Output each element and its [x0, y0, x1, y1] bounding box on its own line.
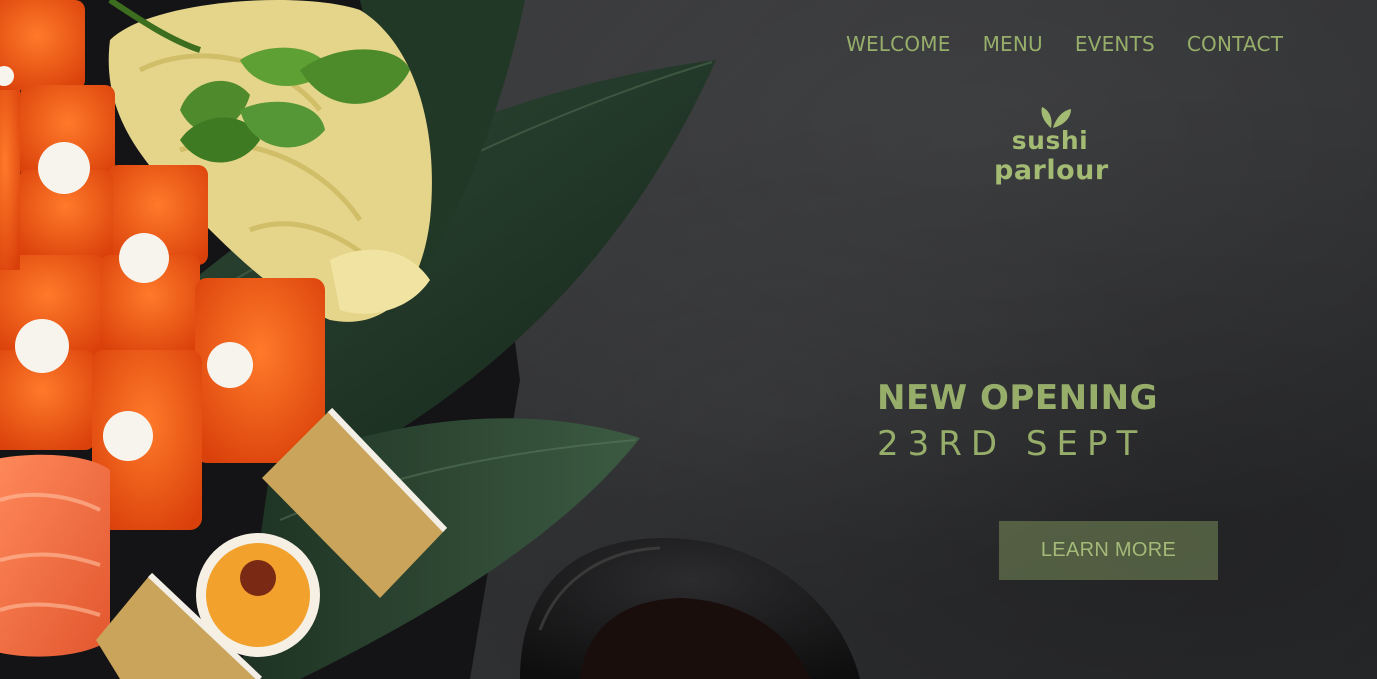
sushi-platter-image	[0, 0, 860, 679]
nav-welcome[interactable]: WELCOME	[846, 32, 951, 58]
logo-text-top: sushi	[1011, 126, 1089, 155]
soy-sauce-bowl	[520, 537, 860, 679]
learn-more-button[interactable]: LEARN MORE	[999, 521, 1218, 580]
hero-headline: NEW OPENING	[877, 378, 1159, 418]
sushi-parlour-logo[interactable]: sushi parlour	[994, 104, 1109, 196]
hero-date: 23RD SEPT	[877, 424, 1147, 464]
nav-contact[interactable]: CONTACT	[1187, 32, 1283, 58]
nav-events[interactable]: EVENTS	[1075, 32, 1155, 58]
hero-section: WELCOME MENU EVENTS CONTACT sushi parlou…	[0, 0, 1377, 679]
nav-menu[interactable]: MENU	[983, 32, 1043, 58]
logo-text-bottom: parlour	[994, 155, 1109, 186]
main-nav: WELCOME MENU EVENTS CONTACT	[846, 32, 1283, 58]
